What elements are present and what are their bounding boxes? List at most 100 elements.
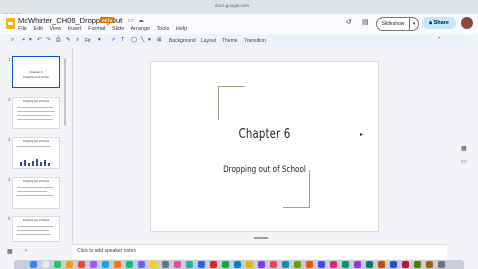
dock-app-icon[interactable] [270, 261, 277, 268]
dock-app-icon[interactable] [174, 261, 181, 268]
dock-app-icon[interactable] [438, 261, 445, 268]
menu-view[interactable]: View [49, 26, 61, 32]
dock-app-icon[interactable] [378, 261, 385, 268]
dock-app-icon[interactable] [126, 261, 133, 268]
slide-thumbnail-3[interactable]: Dropping Out of School [12, 137, 60, 169]
calendar-icon[interactable]: ▦ [461, 145, 467, 152]
dock-app-icon[interactable] [78, 261, 85, 268]
vertical-ruler [72, 48, 73, 244]
grid-view-icon[interactable]: ▦ [7, 248, 13, 255]
dock-app-icon[interactable] [366, 261, 373, 268]
menu-file[interactable]: File [18, 26, 27, 32]
dock-app-icon[interactable] [30, 261, 37, 268]
text-box-icon[interactable]: T [121, 37, 124, 43]
dock-app-icon[interactable] [222, 261, 229, 268]
dock-app-icon[interactable] [306, 261, 313, 268]
dock-app-icon[interactable] [426, 261, 433, 268]
dock-app-icon[interactable] [102, 261, 109, 268]
slide-thumbnail-1[interactable]: Chapter 6 Dropping out of School [12, 56, 60, 88]
current-slide[interactable]: Chapter 6 Dropping out of School ▸ [150, 61, 379, 232]
collapse-menus-icon[interactable]: ⌃ [437, 37, 442, 43]
star-icon[interactable]: ☆ [118, 17, 123, 24]
share-button[interactable]: 🔒︎ Share [422, 17, 456, 29]
dock-app-icon[interactable] [390, 261, 397, 268]
text-line [17, 146, 51, 147]
dock-app-icon[interactable] [66, 261, 73, 268]
menu-tools[interactable]: Tools [157, 26, 170, 32]
dock-app-icon[interactable] [342, 261, 349, 268]
comments-icon[interactable]: ▤ [362, 18, 369, 26]
zoom-icon[interactable]: ⌕ [76, 37, 79, 44]
dock-app-icon[interactable] [234, 261, 241, 268]
dock-app-icon[interactable] [150, 261, 157, 268]
dock-app-icon[interactable] [162, 261, 169, 268]
dock-app-icon[interactable] [402, 261, 409, 268]
dock-app-icon[interactable] [186, 261, 193, 268]
dock-app-icon[interactable] [90, 261, 97, 268]
text-line [17, 115, 51, 116]
slide-thumbnail-2[interactable]: Dropping Out of School [12, 97, 60, 129]
menu-edit[interactable]: Edit [33, 26, 42, 32]
theme-button[interactable]: Theme [222, 38, 238, 44]
dock-app-icon[interactable] [54, 261, 61, 268]
dock-app-icon[interactable] [198, 261, 205, 268]
dock-app-icon[interactable] [246, 261, 253, 268]
new-slide-icon[interactable]: + [22, 37, 25, 43]
dock-app-icon[interactable] [210, 261, 217, 268]
dock-app-icon[interactable] [138, 261, 145, 268]
slide-subtitle[interactable]: Dropping out of School [168, 165, 361, 175]
menu-insert[interactable]: Insert [68, 26, 82, 32]
dock-app-icon[interactable] [318, 261, 325, 268]
speaker-notes-placeholder[interactable]: Click to add speaker notes [77, 248, 136, 254]
slide-title[interactable]: Chapter 6 [176, 127, 353, 142]
slides-logo-icon[interactable] [6, 18, 15, 29]
dock-app-icon[interactable] [330, 261, 337, 268]
zoom-dropdown-icon[interactable]: ▾ [98, 37, 101, 43]
filmstrip-scrollbar[interactable] [64, 58, 66, 126]
dock-app-icon[interactable] [258, 261, 265, 268]
cloud-status-icon[interactable]: ☁ [138, 17, 144, 24]
dock-app-icon[interactable] [354, 261, 361, 268]
select-cursor-icon[interactable]: ➚ [111, 37, 116, 43]
shape-icon[interactable]: ◯ [131, 37, 137, 43]
slideshow-button[interactable]: Slideshow [376, 17, 410, 31]
slide-thumbnail-5[interactable]: Dropping Out of School [12, 216, 60, 242]
keep-notes-icon[interactable]: ▭ [461, 158, 467, 165]
menu-format[interactable]: Format [88, 26, 105, 32]
dock-app-icon[interactable] [42, 261, 49, 268]
text-line [17, 230, 49, 231]
slide-thumbnail-4[interactable]: Dropping Out of School [12, 177, 60, 209]
notes-resize-handle[interactable] [254, 237, 268, 239]
text-line [17, 234, 51, 235]
slide-number: 4 [8, 177, 11, 182]
history-icon[interactable]: ↺ [346, 18, 352, 26]
chevron-down-icon[interactable]: ▾ [29, 37, 32, 43]
folder-move-icon[interactable]: ▭ [128, 17, 134, 24]
comment-add-icon[interactable]: ⊞ [157, 37, 162, 43]
menu-help[interactable]: Help [176, 26, 187, 32]
dock-app-icon[interactable] [414, 261, 421, 268]
transition-button[interactable]: Transition [244, 38, 266, 44]
collapse-filmstrip-icon[interactable]: ‹ [25, 248, 27, 254]
menu-slide[interactable]: Slide [112, 26, 124, 32]
print-icon[interactable]: ⎙ [56, 37, 60, 44]
thumbnail-title: Chapter 6 [29, 70, 43, 74]
line-icon[interactable]: ╲ [141, 37, 144, 43]
zoom-select[interactable]: Fit [85, 38, 91, 44]
url-bar[interactable]: docs.google.com [215, 3, 249, 8]
toolbar [5, 35, 471, 47]
dock-app-icon[interactable] [294, 261, 301, 268]
avatar[interactable] [461, 17, 473, 29]
background-button[interactable]: Background [169, 38, 196, 44]
search-menus-icon[interactable]: ⌕ [11, 37, 14, 44]
menu-arrange[interactable]: Arrange [131, 26, 151, 32]
dock-app-icon[interactable] [114, 261, 121, 268]
dock-app-icon[interactable] [282, 261, 289, 268]
thumbnail-title: Dropping Out of School [23, 100, 49, 103]
line-dropdown-icon[interactable]: ▾ [148, 37, 151, 43]
paint-format-icon[interactable]: ✎ [66, 37, 71, 43]
text-line [17, 226, 53, 227]
redo-icon[interactable]: ↷ [46, 37, 51, 43]
undo-icon[interactable]: ↶ [37, 37, 42, 43]
layout-button[interactable]: Layout [201, 38, 216, 44]
